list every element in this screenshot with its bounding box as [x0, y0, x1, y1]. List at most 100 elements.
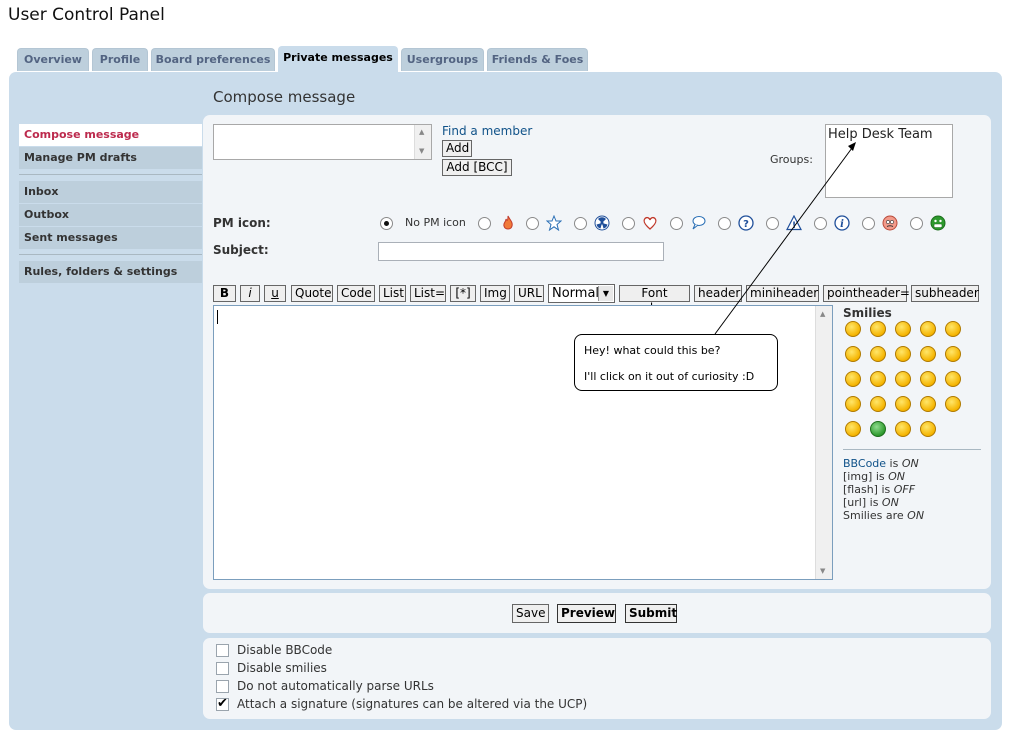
sidebar-item-manage-pm-drafts[interactable]: Manage PM drafts [19, 147, 202, 169]
smiley-icon[interactable] [945, 346, 961, 362]
list-item-button[interactable]: [*] [450, 285, 476, 302]
attach-signature-label: Attach a signature (signatures can be al… [237, 697, 588, 711]
code-button[interactable]: Code [337, 285, 375, 302]
underline-button[interactable]: u [264, 285, 286, 302]
img-status-label: [img] [843, 470, 873, 483]
smiley-icon[interactable] [920, 396, 936, 412]
smiley-icon[interactable] [845, 321, 861, 337]
smiley-icon[interactable] [870, 421, 886, 437]
font-colour-button[interactable]: Font colour [619, 285, 690, 315]
smiley-icon[interactable] [870, 371, 886, 387]
tab-profile[interactable]: Profile [92, 48, 148, 71]
tab-board-preferences[interactable]: Board preferences [151, 48, 275, 71]
message-scrollbar[interactable]: ▲ ▼ [815, 306, 832, 579]
add-bcc-button[interactable]: Add [BCC] [442, 159, 512, 176]
recipients-input[interactable]: ▲ ▼ [213, 124, 432, 160]
subheader-button[interactable]: subheader [911, 285, 979, 302]
bold-button[interactable]: B [213, 285, 236, 302]
subject-label: Subject: [213, 243, 269, 257]
smiley-icon[interactable] [870, 321, 886, 337]
disable-smilies-label: Disable smilies [237, 661, 327, 675]
disable-url-parse-checkbox[interactable] [216, 680, 229, 693]
fire-icon [503, 215, 513, 230]
disable-bbcode-checkbox[interactable] [216, 644, 229, 657]
save-button[interactable]: Save [512, 604, 549, 623]
preview-button[interactable]: Preview [557, 604, 616, 623]
smiley-icon[interactable] [895, 421, 911, 437]
font-size-select[interactable]: Normal ▼ [548, 284, 615, 303]
smiley-icon[interactable] [920, 346, 936, 362]
smiley-icon[interactable] [845, 371, 861, 387]
tooltip-callout: Hey! what could this be? I'll click on i… [574, 334, 778, 391]
smiley-icon[interactable] [920, 421, 936, 437]
recipients-scrollbar[interactable]: ▲ ▼ [414, 125, 431, 159]
attach-signature-checkbox[interactable]: ✔ [216, 696, 229, 711]
quote-button[interactable]: Quote [291, 285, 333, 302]
smiley-icon[interactable] [845, 346, 861, 362]
pm-icon-radio[interactable] [478, 217, 491, 230]
checkmark-icon: ✔ [217, 696, 228, 711]
submit-button[interactable]: Submit [625, 604, 677, 623]
pm-icon-radio[interactable] [526, 217, 539, 230]
list-ordered-button[interactable]: List= [410, 285, 446, 302]
pm-icon-radio-none[interactable] [380, 217, 393, 230]
url-state: ON [881, 496, 899, 509]
tab-friends-foes[interactable]: Friends & Foes [487, 48, 588, 71]
img-button[interactable]: Img [480, 285, 510, 302]
status-text: are [882, 509, 908, 522]
bbcode-status: BBCode is ON [img] is ON [flash] is OFF … [843, 457, 924, 522]
smilies-state: ON [907, 509, 925, 522]
url-button[interactable]: URL [514, 285, 544, 302]
scroll-up-icon[interactable]: ▲ [419, 128, 424, 136]
smiley-icon[interactable] [845, 421, 861, 437]
list-button[interactable]: List [379, 285, 406, 302]
smiley-icon[interactable] [945, 371, 961, 387]
status-text: is [872, 470, 889, 483]
tab-overview[interactable]: Overview [17, 48, 89, 71]
sidebar-item-inbox[interactable]: Inbox [19, 181, 202, 203]
smiley-icon[interactable] [845, 396, 861, 412]
sidebar-item-rules-folders-settings[interactable]: Rules, folders & settings [19, 261, 202, 283]
smiley-icon[interactable] [920, 321, 936, 337]
tooltip-line-2: I'll click on it out of curiosity :D [584, 370, 755, 383]
scroll-down-icon[interactable]: ▼ [419, 147, 424, 155]
page-title: User Control Panel [8, 5, 165, 25]
sidebar-item-compose-message[interactable]: Compose message [19, 124, 202, 146]
tab-usergroups[interactable]: Usergroups [401, 48, 484, 71]
smiley-icon[interactable] [895, 396, 911, 412]
italic-button[interactable]: i [240, 285, 260, 302]
scroll-down-icon[interactable]: ▼ [820, 567, 825, 575]
smilies-grid [845, 321, 975, 441]
status-text: is [877, 483, 894, 496]
smiley-icon[interactable] [895, 371, 911, 387]
text-caret [217, 310, 218, 324]
no-pm-icon-label: No PM icon [405, 216, 466, 229]
pm-icon-radio[interactable] [574, 217, 587, 230]
smiley-icon[interactable] [920, 371, 936, 387]
heart-icon [643, 216, 657, 230]
img-state: ON [888, 470, 906, 483]
grin-smiley-icon [930, 215, 946, 231]
subject-input[interactable] [378, 242, 664, 261]
smiley-icon[interactable] [945, 396, 961, 412]
smiley-icon[interactable] [895, 321, 911, 337]
add-button[interactable]: Add [442, 140, 472, 157]
pm-icon-radio[interactable] [622, 217, 635, 230]
find-member-link[interactable]: Find a member [442, 124, 532, 138]
smiley-icon[interactable] [870, 346, 886, 362]
disable-smilies-checkbox[interactable] [216, 662, 229, 675]
sidebar-item-outbox[interactable]: Outbox [19, 204, 202, 226]
smiley-icon[interactable] [945, 321, 961, 337]
pm-icon-radio[interactable] [670, 217, 683, 230]
radioactive-icon [594, 215, 610, 231]
pm-icon-radio[interactable] [910, 217, 923, 230]
bbcode-status-link[interactable]: BBCode [843, 457, 886, 470]
sidebar-item-sent-messages[interactable]: Sent messages [19, 227, 202, 249]
status-text: is [886, 457, 902, 470]
section-heading: Compose message [213, 88, 356, 106]
chevron-down-icon[interactable]: ▼ [598, 286, 613, 301]
tab-private-messages[interactable]: Private messages [278, 46, 398, 73]
smiley-icon[interactable] [895, 346, 911, 362]
smilies-title: Smilies [843, 306, 892, 320]
smiley-icon[interactable] [870, 396, 886, 412]
